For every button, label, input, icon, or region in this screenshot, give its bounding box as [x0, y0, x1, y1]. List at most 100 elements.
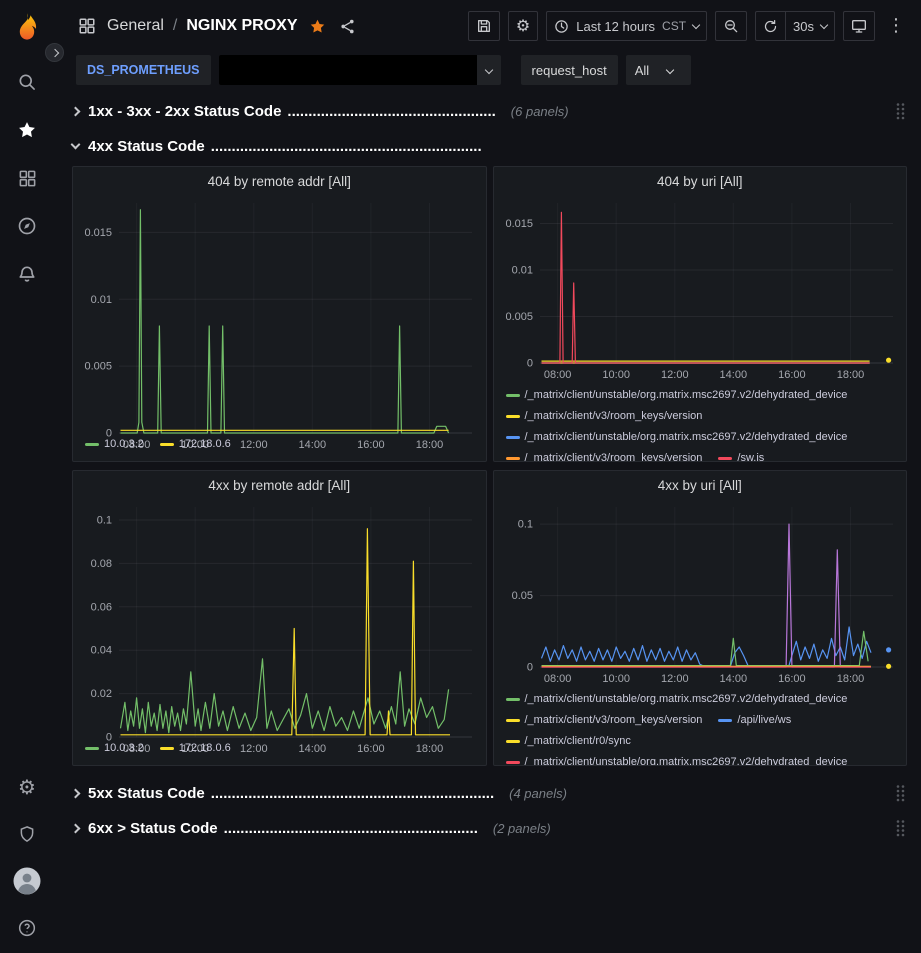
sidebar-item-profile[interactable]	[4, 857, 50, 904]
row-6xx[interactable]: 6xx > Status Code ......................…	[72, 813, 907, 843]
row-title-dots: ........................................…	[211, 785, 494, 802]
alerting-bell-icon	[17, 264, 37, 284]
legend-series-marker	[506, 394, 520, 397]
settings-gear-icon: ⚙	[516, 18, 530, 34]
favorite-star-button[interactable]	[307, 16, 328, 37]
sidebar-bottom: ⚙	[4, 763, 50, 953]
legend-series-label: /_matrix/client/v3/room_keys/version	[525, 448, 703, 461]
grafana-logo[interactable]	[12, 12, 42, 42]
explore-compass-icon	[17, 216, 37, 236]
svg-text:0.015: 0.015	[505, 218, 533, 230]
legend-item[interactable]: /_matrix/client/unstable/org.matrix.msc2…	[506, 385, 848, 406]
legend-series-marker	[506, 436, 520, 439]
legend-item[interactable]: 172.18.0.6	[160, 738, 231, 759]
row-drag-handle[interactable]	[893, 782, 907, 804]
legend-item[interactable]: /_matrix/client/unstable/org.matrix.msc2…	[506, 427, 848, 448]
sidebar-expand-button[interactable]	[45, 43, 64, 62]
sidebar-item-dashboards[interactable]	[4, 154, 50, 202]
svg-text:0.05: 0.05	[511, 590, 532, 602]
legend-series-marker	[506, 740, 520, 743]
share-button[interactable]	[337, 16, 358, 37]
svg-text:18:00: 18:00	[836, 673, 864, 685]
row-panel-count: (6 panels)	[511, 104, 569, 119]
panel-title[interactable]: 404 by uri [All]	[494, 167, 907, 195]
svg-text:10:00: 10:00	[602, 369, 630, 381]
refresh-interval-picker[interactable]: 30s	[786, 11, 835, 41]
panel-grid: 404 by remote addr [All] 00.0050.010.015…	[72, 166, 907, 766]
legend-item[interactable]: /_matrix/client/v3/room_keys/version	[506, 406, 703, 427]
legend-series-label: /_matrix/client/unstable/org.matrix.msc2…	[525, 427, 848, 448]
row-drag-handle[interactable]	[893, 817, 907, 839]
sidebar-item-explore[interactable]	[4, 202, 50, 250]
grafana-flame-icon	[12, 12, 42, 42]
time-range-picker[interactable]: Last 12 hours CST	[546, 11, 707, 41]
row-4xx[interactable]: 4xx Status Code ........................…	[72, 131, 907, 161]
legend-series-label: /_matrix/client/unstable/org.matrix.msc2…	[525, 385, 848, 406]
sidebar-item-alerting[interactable]	[4, 250, 50, 298]
avatar	[13, 867, 41, 895]
chevron-down-icon	[666, 66, 674, 74]
row-drag-handle[interactable]	[893, 100, 907, 122]
request-host-variable-select[interactable]: All	[626, 55, 691, 85]
dashboards-grid-icon	[18, 169, 37, 188]
time-series-chart[interactable]: 00.020.040.060.080.108:0010:0012:0014:00…	[73, 499, 486, 736]
apps-grid-icon[interactable]	[76, 15, 98, 37]
tv-mode-button[interactable]	[843, 11, 875, 41]
legend-item[interactable]: /_matrix/client/v3/room_keys/version	[506, 710, 703, 731]
refresh-button[interactable]	[755, 11, 786, 41]
more-options-kebab-icon[interactable]: ⋮	[883, 17, 909, 35]
save-dashboard-button[interactable]	[468, 11, 500, 41]
chevron-right-icon	[71, 106, 81, 116]
legend-series-marker	[85, 747, 99, 750]
sidebar-item-server-admin[interactable]	[4, 810, 50, 857]
chart-legend: /_matrix/client/unstable/org.matrix.msc2…	[494, 383, 907, 461]
time-range-label: Last 12 hours	[576, 19, 655, 34]
request-host-variable-value: All	[635, 63, 649, 78]
panel-title[interactable]: 4xx by remote addr [All]	[73, 471, 486, 499]
dashboard-title: NGINX PROXY	[186, 17, 297, 35]
sidebar-item-search[interactable]	[4, 58, 50, 106]
grafana-app: ⚙ General / NGINX PROXY	[0, 0, 921, 953]
legend-item[interactable]: 10.0.3.2	[85, 738, 144, 759]
shield-icon	[18, 824, 36, 844]
row-title: 1xx - 3xx - 2xx Status Code	[88, 103, 281, 120]
svg-text:0.02: 0.02	[91, 688, 112, 700]
legend-item[interactable]: /_matrix/client/unstable/org.matrix.msc2…	[506, 752, 848, 765]
legend-item[interactable]: /sw.js	[718, 448, 764, 461]
legend-item[interactable]: 172.18.0.6	[160, 434, 231, 455]
datasource-variable-select[interactable]	[219, 55, 501, 85]
legend-item[interactable]: /_matrix/client/r0/sync	[506, 731, 631, 752]
legend-item[interactable]: 10.0.3.2	[85, 434, 144, 455]
dashboard-scroll-area: 1xx - 3xx - 2xx Status Code ............…	[54, 88, 921, 953]
chart-legend: 10.0.3.2 172.18.0.6	[73, 432, 486, 461]
svg-text:16:00: 16:00	[778, 673, 806, 685]
timezone-label: CST	[662, 19, 686, 33]
legend-item[interactable]: /_matrix/client/v3/room_keys/version	[506, 448, 703, 461]
panel-title[interactable]: 404 by remote addr [All]	[73, 167, 486, 195]
svg-text:08:00: 08:00	[543, 369, 571, 381]
time-series-chart[interactable]: 00.050.108:0010:0012:0014:0016:0018:00	[494, 499, 907, 687]
sidebar-item-help[interactable]	[4, 904, 50, 951]
legend-series-label: /_matrix/client/unstable/org.matrix.msc2…	[525, 752, 848, 765]
breadcrumb-folder[interactable]: General	[107, 17, 164, 35]
row-1xx-3xx-2xx[interactable]: 1xx - 3xx - 2xx Status Code ............…	[72, 96, 907, 126]
sidebar-item-starred[interactable]	[4, 106, 50, 154]
legend-series-label: /_matrix/client/v3/room_keys/version	[525, 406, 703, 427]
row-5xx[interactable]: 5xx Status Code ........................…	[72, 778, 907, 808]
row-panel-count: (2 panels)	[493, 821, 551, 836]
legend-series-marker	[160, 747, 174, 750]
legend-series-label: /_matrix/client/r0/sync	[525, 731, 631, 752]
sidebar-item-configuration[interactable]: ⚙	[4, 763, 50, 810]
svg-text:0.06: 0.06	[91, 601, 112, 613]
chevron-right-icon	[71, 823, 81, 833]
legend-item[interactable]: /api/live/ws	[718, 710, 791, 731]
variables-bar: DS_PROMETHEUS request_host All	[54, 52, 921, 88]
zoom-out-time-button[interactable]	[715, 11, 747, 41]
sidebar-nav	[4, 58, 50, 298]
time-series-chart[interactable]: 00.0050.010.01508:0010:0012:0014:0016:00…	[494, 195, 907, 383]
refresh-group: 30s	[755, 11, 835, 41]
panel-title[interactable]: 4xx by uri [All]	[494, 471, 907, 499]
dashboard-settings-button[interactable]: ⚙	[508, 11, 538, 41]
legend-item[interactable]: /_matrix/client/unstable/org.matrix.msc2…	[506, 689, 848, 710]
time-series-chart[interactable]: 00.0050.010.01508:0010:0012:0014:0016:00…	[73, 195, 486, 432]
